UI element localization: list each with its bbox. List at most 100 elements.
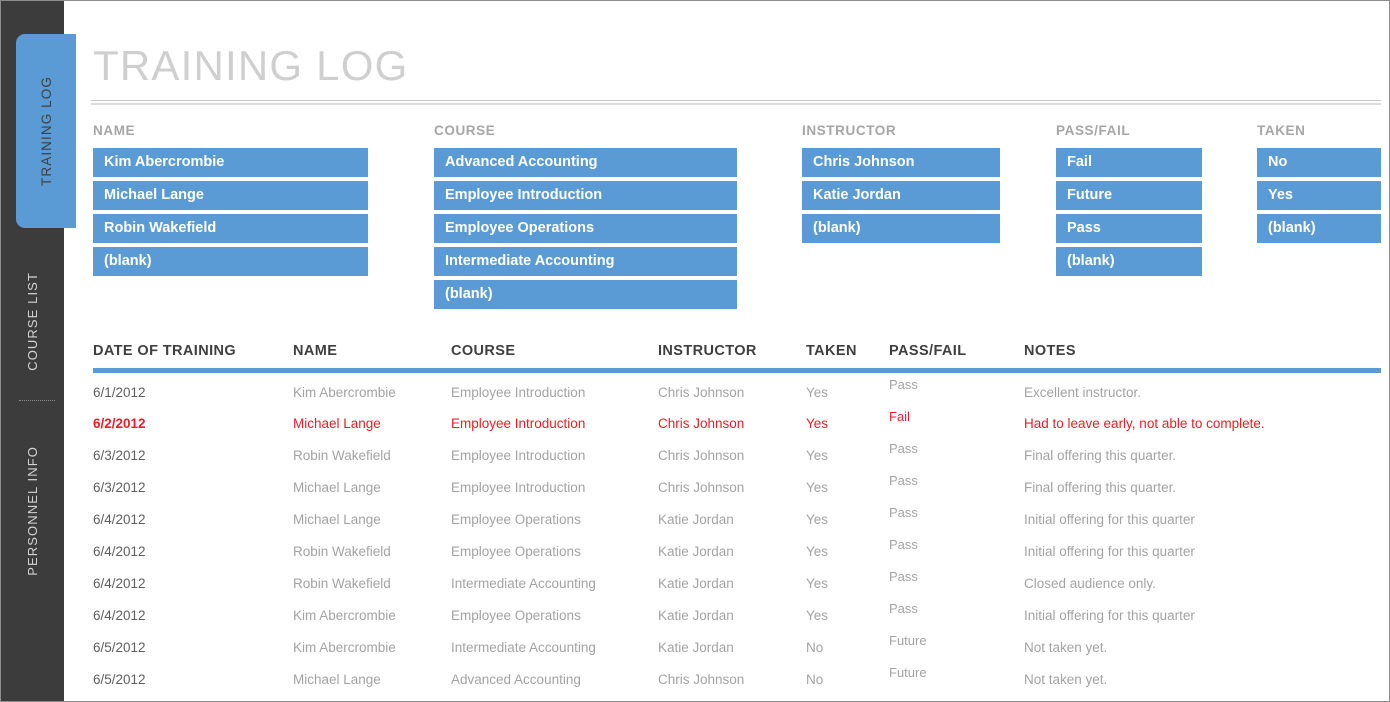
slicer-item[interactable]: (blank) [1056, 247, 1202, 276]
cell-name: Robin Wakefield [293, 575, 391, 591]
slicer-item[interactable]: Yes [1257, 181, 1381, 210]
cell-passfail: Future [889, 633, 927, 648]
slicer-instructor: INSTRUCTOR Chris Johnson Katie Jordan (b… [802, 123, 1000, 247]
slicer-item[interactable]: Kim Abercrombie [93, 148, 368, 177]
slicer-item[interactable]: Advanced Accounting [434, 148, 737, 177]
slicer-pass-fail: PASS/FAIL Fail Future Pass (blank) [1056, 123, 1202, 280]
slicer-item[interactable]: Employee Operations [434, 214, 737, 243]
cell-notes: Final offering this quarter. [1024, 447, 1177, 463]
cell-taken: Yes [806, 575, 829, 591]
table-row[interactable]: 6/3/2012 Michael Lange Employee Introducti… [93, 471, 1381, 503]
slicer-title: NAME [93, 123, 136, 138]
cell-date: 6/5/2012 [93, 639, 146, 655]
table-row[interactable]: 6/4/2012 Robin Wakefield Employee Operatio… [93, 535, 1381, 567]
slicer-item[interactable]: Chris Johnson [802, 148, 1000, 177]
cell-passfail: Future [889, 665, 927, 680]
sidebar-tab-label: COURSE LIST [25, 271, 40, 371]
cell-date: 6/4/2012 [93, 575, 146, 591]
cell-course: Employee Introduction [451, 479, 586, 495]
slicer-item[interactable]: (blank) [93, 247, 368, 276]
cell-passfail: Pass [889, 601, 918, 616]
slicer-title: COURSE [434, 123, 496, 138]
slicer-item[interactable]: (blank) [1257, 214, 1381, 243]
cell-passfail: Pass [889, 473, 918, 488]
column-header-notes[interactable]: NOTES [1024, 343, 1381, 369]
cell-date: 6/2/2012 [93, 415, 146, 431]
sidebar-tab-course-list[interactable]: COURSE LIST [1, 251, 64, 391]
cell-date: 6/3/2012 [93, 479, 146, 495]
page-title: TRAINING LOG [93, 42, 409, 89]
slicer-item[interactable]: Robin Wakefield [93, 214, 368, 243]
cell-passfail: Pass [889, 537, 918, 552]
cell-passfail: Pass [889, 441, 918, 456]
cell-taken: Yes [806, 479, 829, 495]
sidebar-divider [19, 400, 55, 401]
cell-notes: Final offering this quarter. [1024, 479, 1177, 495]
slicer-item[interactable]: Michael Lange [93, 181, 368, 210]
cell-instructor: Chris Johnson [658, 415, 745, 431]
cell-notes: Initial offering for this quarter [1024, 543, 1195, 559]
cell-taken: Yes [806, 511, 829, 527]
table-row[interactable]: 6/4/2012 Kim Abercrombie Employee Operatio… [93, 599, 1381, 631]
table-row[interactable]: 6/5/2012 Kim Abercrombie Intermediate Acco… [93, 631, 1381, 663]
table-row[interactable]: 6/1/2012 Kim Abercrombie Employee Introduc… [93, 369, 1381, 407]
cell-taken: Yes [806, 543, 829, 559]
sidebar-tab-label: TRAINING LOG [38, 76, 54, 186]
column-header-name[interactable]: NAME [293, 343, 451, 369]
slicer-course: COURSE Advanced Accounting Employee Intr… [434, 123, 737, 313]
cell-instructor: Katie Jordan [658, 575, 734, 591]
cell-instructor: Chris Johnson [658, 447, 745, 463]
cell-course: Employee Operations [451, 511, 581, 527]
column-header-instructor[interactable]: INSTRUCTOR [658, 343, 806, 369]
cell-taken: Yes [806, 607, 829, 623]
cell-date: 6/3/2012 [93, 447, 146, 463]
column-header-course[interactable]: COURSE [451, 343, 658, 369]
cell-name: Michael Lange [293, 671, 381, 687]
cell-notes: Had to leave early, not able to complete… [1024, 415, 1265, 431]
cell-course: Employee Introduction [451, 415, 586, 431]
column-header-passfail[interactable]: PASS/FAIL [889, 343, 1024, 369]
cell-passfail: Pass [889, 377, 918, 392]
cell-name: Michael Lange [293, 511, 381, 527]
cell-course: Intermediate Accounting [451, 639, 596, 655]
cell-date: 6/4/2012 [93, 543, 146, 559]
sidebar-tab-training-log[interactable]: TRAINING LOG [16, 34, 76, 228]
slicer-item[interactable]: Fail [1056, 148, 1202, 177]
slicer-item[interactable]: Pass [1056, 214, 1202, 243]
cell-instructor: Chris Johnson [658, 671, 745, 687]
table-header-row: DATE OF TRAINING NAME COURSE INSTRUCTOR … [93, 343, 1381, 369]
table-row[interactable]: 6/4/2012 Robin Wakefield Intermediate Acco… [93, 567, 1381, 599]
slicer-name: NAME Kim Abercrombie Michael Lange Robin… [93, 123, 368, 280]
cell-name: Robin Wakefield [293, 447, 391, 463]
slicer-item[interactable]: No [1257, 148, 1381, 177]
slicer-item[interactable]: Katie Jordan [802, 181, 1000, 210]
column-header-date[interactable]: DATE OF TRAINING [93, 343, 293, 369]
cell-notes: Initial offering for this quarter [1024, 511, 1195, 527]
slicer-item[interactable]: Employee Introduction [434, 181, 737, 210]
cell-passfail: Pass [889, 505, 918, 520]
sidebar-tab-personnel-info[interactable]: PERSONNEL INFO [1, 416, 64, 606]
cell-taken: Yes [806, 447, 829, 463]
cell-course: Employee Introduction [451, 384, 586, 400]
table-row[interactable]: 6/2/2012 Michael Lange Employee Introducti… [93, 407, 1381, 439]
cell-notes: Closed audience only. [1024, 575, 1156, 591]
column-header-taken[interactable]: TAKEN [806, 343, 889, 369]
table-row[interactable]: 6/4/2012 Michael Lange Employee Operations… [93, 503, 1381, 535]
sidebar-tab-label: PERSONNEL INFO [25, 446, 40, 576]
cell-notes: Excellent instructor. [1024, 384, 1142, 400]
slicer-item[interactable]: (blank) [802, 214, 1000, 243]
content-board: TRAINING LOG NAME Kim Abercrombie Michae… [64, 1, 1389, 701]
cell-course: Employee Operations [451, 607, 581, 623]
cell-instructor: Katie Jordan [658, 511, 734, 527]
cell-course: Employee Operations [451, 543, 581, 559]
cell-taken: Yes [806, 415, 829, 431]
slicer-item[interactable]: Future [1056, 181, 1202, 210]
cell-passfail: Pass [889, 569, 918, 584]
table-row[interactable]: 6/5/2012 Michael Lange Advanced Accounting… [93, 663, 1381, 695]
slicer-item[interactable]: Intermediate Accounting [434, 247, 737, 276]
cell-passfail: Fail [889, 409, 910, 424]
cell-date: 6/5/2012 [93, 671, 146, 687]
cell-notes: Initial offering for this quarter [1024, 607, 1195, 623]
table-row[interactable]: 6/3/2012 Robin Wakefield Employee Introduc… [93, 439, 1381, 471]
slicer-item[interactable]: (blank) [434, 280, 737, 309]
